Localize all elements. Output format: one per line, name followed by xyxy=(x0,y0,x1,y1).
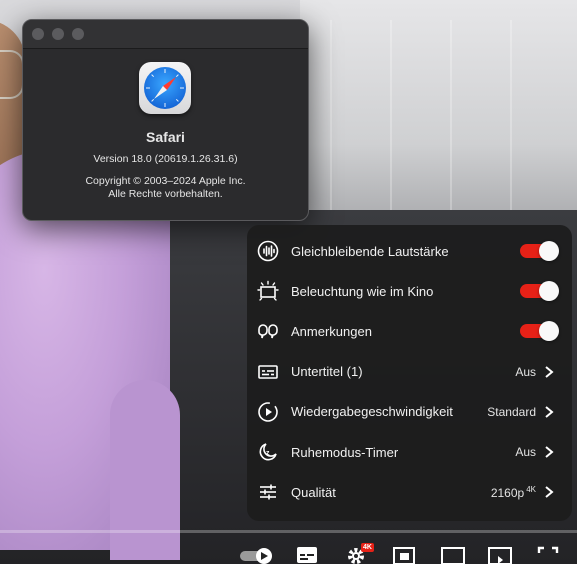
chevron-right-icon xyxy=(545,446,554,458)
menu-item-value: Aus xyxy=(515,445,536,460)
about-safari-window: Safari Version 18.0 (20619.1.26.31.6) Co… xyxy=(22,19,309,221)
svg-text:z: z xyxy=(266,450,270,457)
menu-item-sleep-timer[interactable]: z Ruhemodus-Timer Aus xyxy=(247,432,572,472)
chevron-right-icon xyxy=(545,486,554,498)
menu-item-label: Untertitel (1) xyxy=(291,364,363,380)
menu-item-quality[interactable]: Qualität 2160p 4K xyxy=(247,472,572,512)
menu-item-label: Qualität xyxy=(291,484,336,500)
sleep-timer-icon: z xyxy=(257,441,279,463)
menu-item-value: Aus xyxy=(515,364,536,379)
menu-item-label: Gleichbleibende Lautstärke xyxy=(291,243,449,259)
background-wall-panels xyxy=(330,20,570,220)
menu-item-annotations[interactable]: Anmerkungen xyxy=(247,311,572,351)
minimize-window-button[interactable] xyxy=(52,28,64,40)
toggle-knob xyxy=(539,321,559,342)
toggle-knob xyxy=(539,241,559,262)
stable-volume-toggle[interactable] xyxy=(520,241,559,262)
safari-compass-icon xyxy=(139,62,191,114)
chevron-right-icon xyxy=(545,406,554,418)
menu-item-subtitles[interactable]: Untertitel (1) Aus xyxy=(247,352,572,392)
settings-4k-badge: 4K xyxy=(361,543,374,552)
subtitles-icon xyxy=(257,361,279,383)
menu-item-value: Standard xyxy=(487,404,536,419)
video-progress-bar[interactable] xyxy=(0,530,577,533)
menu-item-label: Wiedergabegeschwindigkeit xyxy=(291,404,453,420)
annotations-icon xyxy=(257,320,279,342)
chevron-right-icon xyxy=(545,365,554,378)
menu-item-label: Anmerkungen xyxy=(291,323,372,339)
window-titlebar[interactable] xyxy=(23,20,308,49)
fullscreen-icon[interactable] xyxy=(537,546,559,564)
theater-mode-icon[interactable] xyxy=(440,546,466,564)
annotations-toggle[interactable] xyxy=(520,321,559,342)
quality-value: 2160p xyxy=(490,485,525,500)
autoplay-toggle-icon[interactable] xyxy=(240,546,274,564)
person-sleeve xyxy=(110,380,180,560)
zoom-window-button[interactable] xyxy=(72,28,84,40)
miniplayer-icon[interactable] xyxy=(392,546,416,564)
app-version: Version 18.0 (20619.1.26.31.6) xyxy=(93,153,238,165)
ambient-mode-icon xyxy=(257,280,279,302)
menu-item-label: Beleuchtung wie im Kino xyxy=(291,283,434,299)
menu-item-playback-speed[interactable]: Wiedergabegeschwindigkeit Standard xyxy=(247,392,572,432)
app-name: Safari xyxy=(146,129,185,145)
menu-item-stable-volume[interactable]: Gleichbleibende Lautstärke xyxy=(247,231,572,271)
quality-icon xyxy=(257,481,279,503)
copyright-line: Copyright © 2003–2024 Apple Inc. xyxy=(85,175,246,187)
person-glasses xyxy=(0,50,24,99)
ambient-mode-toggle[interactable] xyxy=(520,281,559,302)
player-settings-menu: Gleichbleibende Lautstärke Beleuchtung w… xyxy=(247,225,572,521)
player-controls: 4K xyxy=(0,540,577,564)
menu-item-ambient-mode[interactable]: Beleuchtung wie im Kino xyxy=(247,271,572,311)
rights-line: Alle Rechte vorbehalten. xyxy=(108,188,223,200)
menu-item-label: Ruhemodus-Timer xyxy=(291,444,399,460)
toggle-knob xyxy=(539,281,559,302)
subtitles-button-icon[interactable] xyxy=(296,546,318,564)
playback-speed-icon xyxy=(257,401,279,423)
quality-badge: 4K xyxy=(526,484,536,494)
menu-item-value: 2160p 4K xyxy=(491,485,536,500)
stable-volume-icon xyxy=(257,240,279,262)
close-window-button[interactable] xyxy=(32,28,44,40)
cast-icon[interactable] xyxy=(487,546,513,564)
